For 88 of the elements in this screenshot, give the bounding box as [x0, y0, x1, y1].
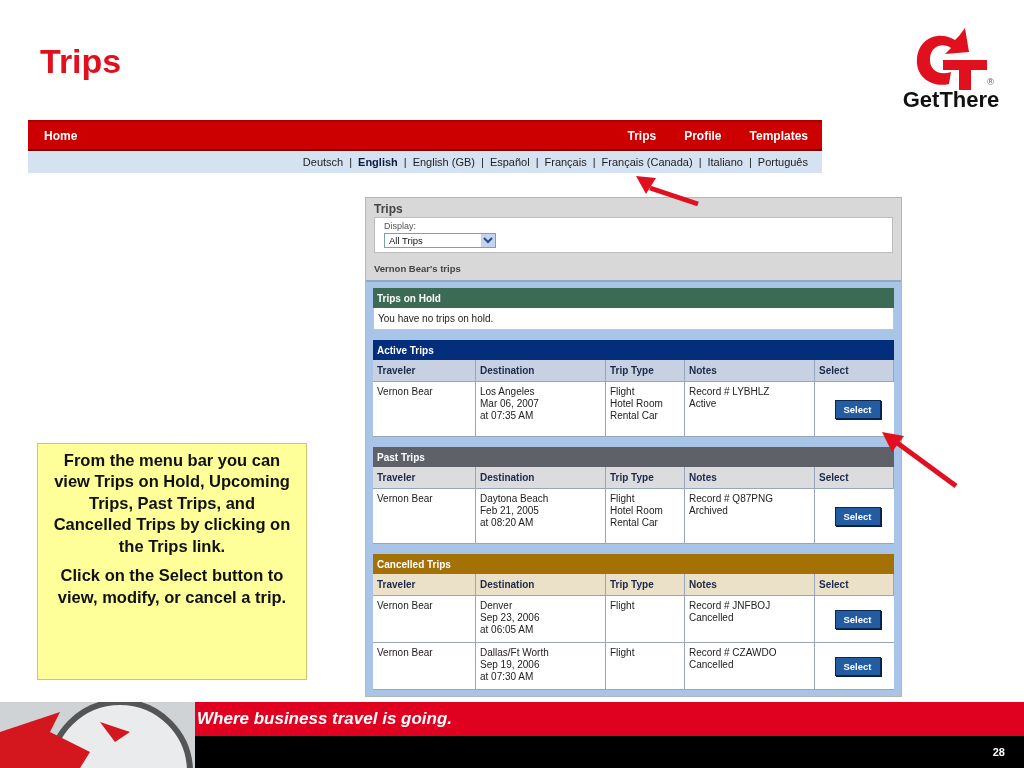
language-link[interactable]: Italiano — [707, 156, 743, 168]
column-header: Traveler — [373, 574, 476, 596]
cell-text: Flight — [610, 493, 636, 505]
separator: | — [403, 156, 407, 168]
language-link[interactable]: Français (Canada) — [601, 156, 693, 168]
cell-text: Flight — [610, 600, 636, 612]
section-header: Past Trips — [373, 447, 894, 467]
callout-text: From the menu bar you can view Trips on Hold, Upcoming Trips, Past Trips, and Cancelled Trips by clicking on the Trips link. — [52, 450, 292, 557]
section-header: Cancelled Trips — [373, 554, 894, 574]
cell-text: Record # LYBHLZ — [689, 386, 771, 398]
column-header: Trip Type — [606, 360, 685, 382]
cell-text: Vernon Bear — [377, 386, 434, 398]
column-header: Trip Type — [606, 574, 685, 596]
column-header: Traveler — [373, 360, 476, 382]
select-button[interactable]: Select — [834, 399, 881, 419]
display-label: Display: — [384, 221, 417, 231]
cell-text: Flight — [610, 647, 636, 659]
column-header: Notes — [685, 360, 815, 382]
column-header: Select — [815, 360, 894, 382]
column-header: Notes — [685, 467, 815, 489]
menu-link[interactable]: Templates — [749, 128, 808, 143]
cell-text: Sep 23, 2006 — [480, 612, 541, 624]
cell-text: Vernon Bear — [377, 493, 434, 505]
cell-text: Dallas/Ft Worth — [480, 647, 550, 659]
cell-text: Archived — [689, 505, 729, 517]
separator: | — [592, 156, 596, 168]
cell-text: at 08:20 AM — [480, 517, 535, 529]
menu-link[interactable]: Home — [44, 128, 78, 143]
column-header: Traveler — [373, 467, 476, 489]
column-header: Destination — [476, 574, 606, 596]
cell-text: Cancelled — [689, 659, 735, 671]
language-link[interactable]: Français — [544, 156, 587, 168]
cell-text: at 07:30 AM — [480, 671, 535, 683]
cell-text: Los Angeles — [480, 386, 536, 398]
column-header: Select — [815, 467, 894, 489]
cell-text: Feb 21, 2005 — [480, 505, 540, 517]
slide-title: Trips — [40, 44, 122, 78]
separator: | — [481, 156, 484, 168]
page-number: 28 — [992, 746, 1005, 758]
select-button[interactable]: Select — [834, 506, 881, 526]
cell-text: Daytona Beach — [480, 493, 550, 505]
cell-text: at 07:35 AM — [480, 410, 535, 422]
column-header: Notes — [685, 574, 815, 596]
select-button[interactable]: Select — [834, 609, 881, 629]
callout-text: Click on the Select button to view, modify, or cancel a trip. — [56, 565, 288, 608]
chevron-down-icon — [481, 234, 495, 247]
cell-text: Vernon Bear — [377, 647, 434, 659]
section-header: Active Trips — [373, 340, 894, 360]
logo-wordmark: GetThere — [902, 89, 1000, 111]
menu-link[interactable]: Profile — [684, 128, 722, 143]
registered-mark: ® — [987, 78, 994, 87]
cell-text: Vernon Bear — [377, 600, 434, 612]
column-header: Destination — [476, 360, 606, 382]
display-dropdown[interactable]: All Trips — [384, 233, 496, 248]
cell-text: Flight — [610, 386, 636, 398]
separator: | — [349, 156, 353, 168]
column-header: Trip Type — [606, 467, 685, 489]
language-link[interactable]: Português — [757, 156, 808, 168]
slogan-text: Where business travel is going. — [197, 709, 453, 729]
cell-text: at 06:05 AM — [480, 624, 535, 636]
section-header: Trips on Hold — [373, 288, 894, 308]
cell-text: Rental Car — [610, 517, 659, 529]
menu-link[interactable]: Trips — [627, 128, 657, 143]
owner-heading: Vernon Bear's trips — [374, 263, 462, 274]
cell-text: Record # JNFBOJ — [689, 600, 772, 612]
separator: | — [535, 156, 539, 168]
select-button[interactable]: Select — [834, 656, 881, 676]
pointer-arrow — [636, 176, 699, 207]
language-link[interactable]: English — [358, 156, 398, 168]
cell-text: Record # CZAWDO — [689, 647, 778, 659]
cell-text: Rental Car — [610, 410, 659, 422]
separator: | — [749, 156, 752, 168]
message-text: You have no trips on hold. — [373, 308, 894, 330]
cell-text: Record # Q87PNG — [689, 493, 774, 505]
cell-text: Sep 19, 2006 — [480, 659, 541, 671]
language-link[interactable]: Deutsch — [302, 156, 344, 168]
column-header: Destination — [476, 467, 606, 489]
cell-text: Mar 06, 2007 — [480, 398, 540, 410]
cell-text: Denver — [480, 600, 514, 612]
cell-text: Active — [689, 398, 718, 410]
separator: | — [698, 156, 702, 168]
panel-title: Trips — [374, 202, 404, 216]
language-link[interactable]: English (GB) — [412, 156, 475, 168]
cell-text: Hotel Room — [610, 505, 664, 517]
column-header: Select — [815, 574, 894, 596]
cell-text: Cancelled — [689, 612, 735, 624]
language-link[interactable]: Español — [489, 156, 530, 168]
cell-text: Hotel Room — [610, 398, 664, 410]
